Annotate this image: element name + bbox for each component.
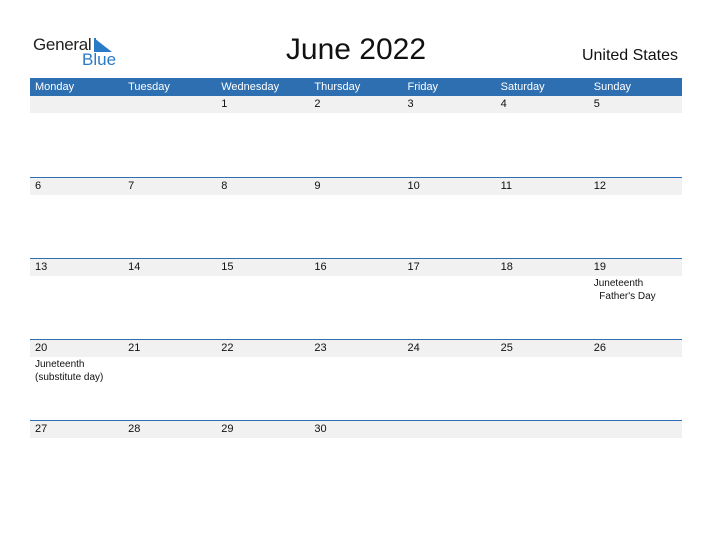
holiday-event	[216, 438, 309, 439]
holiday-event	[309, 276, 402, 303]
holiday-event: Juneteenth (substitute day)	[35, 359, 104, 383]
holiday-event	[403, 438, 496, 439]
weekday-header-saturday: Saturday	[500, 81, 545, 93]
holiday-event	[123, 195, 216, 196]
day-number-row: 13 14 15 16 17 18 19	[30, 259, 682, 276]
holiday-event	[30, 195, 123, 196]
day-number-row: 27 28 29 30	[30, 421, 682, 438]
holiday-event	[216, 195, 309, 196]
day-number-row: 20 21 22 23 24 25 26	[30, 340, 682, 357]
holiday-event	[589, 438, 682, 439]
day-number	[496, 421, 589, 438]
holiday-event	[496, 276, 589, 303]
day-number	[403, 421, 496, 438]
day-number: 1	[221, 98, 228, 110]
weekday-header-tuesday: Tuesday	[128, 81, 170, 93]
weekday-header-wednesday: Wednesday	[221, 81, 280, 93]
day-number: 24	[407, 342, 420, 354]
day-number-row: 1 2 3 4 5	[30, 96, 682, 113]
day-number: 21	[128, 342, 141, 354]
event-row: Juneteenth Father's Day	[30, 276, 682, 303]
event-row	[30, 195, 682, 196]
holiday-event	[403, 195, 496, 196]
holiday-event	[589, 357, 682, 384]
day-number: 17	[407, 261, 420, 273]
week-row: 20 21 22 23 24 25 26 Juneteenth (substitute day…	[30, 339, 682, 420]
holiday-event	[589, 195, 682, 196]
week-row: 6 7 8 9 10 11 12	[30, 177, 682, 258]
day-number: 7	[128, 180, 135, 192]
day-number: 2	[314, 98, 321, 110]
week-row: 1 2 3 4 5	[30, 96, 682, 177]
holiday-event	[309, 113, 402, 114]
day-number: 29	[221, 423, 234, 435]
event-row: Juneteenth (substitute day)	[30, 357, 682, 384]
holiday-event: Juneteenth Father's Day	[593, 278, 656, 302]
event-row	[30, 113, 682, 114]
holiday-event	[496, 357, 589, 384]
weekday-header-sunday: Sunday	[593, 81, 632, 93]
day-number: 30	[314, 423, 327, 435]
day-number: 9	[314, 180, 321, 192]
holiday-event	[30, 438, 123, 439]
day-number: 26	[593, 342, 606, 354]
day-number: 8	[221, 180, 228, 192]
day-number: 16	[314, 261, 327, 273]
day-number	[30, 96, 123, 113]
holiday-event	[30, 113, 123, 114]
holiday-event	[403, 276, 496, 303]
day-number: 18	[500, 261, 513, 273]
day-number: 14	[128, 261, 141, 273]
day-number: 11	[500, 180, 513, 192]
holiday-event	[123, 357, 216, 384]
day-number: 15	[221, 261, 234, 273]
day-number: 13	[35, 261, 48, 273]
holiday-event	[309, 357, 402, 384]
day-number: 5	[593, 98, 600, 110]
holiday-event	[216, 113, 309, 114]
day-number	[589, 421, 682, 438]
weekday-header-thursday: Thursday	[314, 81, 361, 93]
week-row: 13 14 15 16 17 18 19 Juneteenth Father's Day	[30, 258, 682, 339]
country-label: United States	[581, 47, 678, 64]
holiday-event	[216, 357, 309, 384]
holiday-event	[216, 276, 309, 303]
holiday-event	[123, 276, 216, 303]
day-number: 23	[314, 342, 327, 354]
holiday-event	[589, 113, 682, 114]
weekday-header-row: Monday Tuesday Wednesday Thursday Friday Satu…	[30, 78, 682, 96]
day-number: 4	[500, 98, 507, 110]
holiday-event	[496, 113, 589, 114]
day-number-row: 6 7 8 9 10 11 12	[30, 178, 682, 195]
holiday-event	[30, 276, 123, 303]
day-number: 27	[35, 423, 48, 435]
holiday-event	[309, 438, 402, 439]
event-row	[30, 438, 682, 439]
day-number: 12	[593, 180, 606, 192]
holiday-event	[496, 438, 589, 439]
week-row: 27 28 29 30	[30, 420, 682, 501]
holiday-event	[309, 195, 402, 196]
holiday-event	[403, 113, 496, 114]
holiday-event	[403, 357, 496, 384]
weekday-header-monday: Monday	[35, 81, 75, 93]
day-number: 6	[35, 180, 42, 192]
day-number: 19	[593, 261, 606, 273]
holiday-event	[123, 438, 216, 439]
day-number: 22	[221, 342, 234, 354]
calendar-grid: Monday Tuesday Wednesday Thursday Friday Satu…	[30, 78, 682, 501]
day-number: 3	[407, 98, 414, 110]
holiday-event	[496, 195, 589, 196]
day-number: 28	[128, 423, 141, 435]
day-number: 10	[407, 180, 420, 192]
day-number	[123, 96, 216, 113]
day-number: 20	[35, 342, 48, 354]
day-number: 25	[500, 342, 513, 354]
weekday-header-friday: Friday	[407, 81, 439, 93]
holiday-event	[123, 113, 216, 114]
